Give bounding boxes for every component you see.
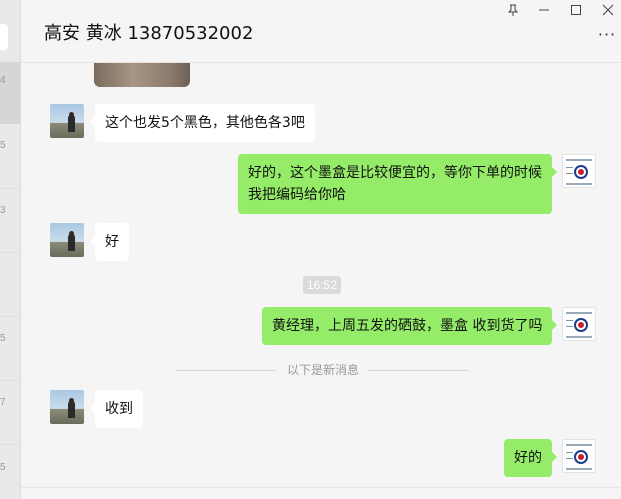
list-separator <box>0 188 20 189</box>
list-mark: 7 <box>0 397 6 408</box>
list-mark: 5 <box>0 140 6 151</box>
message-bubble[interactable]: 好的，这个墨盒是比较便宜的，等你下单的时候 我把编码给你哈 <box>238 154 557 214</box>
list-separator <box>0 380 20 381</box>
image-message-tail[interactable] <box>94 63 190 87</box>
list-mark: 3 <box>0 205 6 216</box>
message-bubble[interactable]: 好 <box>90 223 129 261</box>
input-area-border <box>21 487 621 488</box>
minimize-button[interactable] <box>533 4 555 22</box>
chat-title: 高安 黄冰 13870532002 <box>44 23 254 44</box>
peer-avatar[interactable] <box>50 104 84 138</box>
new-messages-label: 以下是新消息 <box>283 361 364 378</box>
close-button[interactable] <box>597 4 619 22</box>
timestamp-badge: 16:52 <box>303 276 341 294</box>
search-box-edge[interactable] <box>0 24 8 50</box>
message-bubble[interactable]: 收到 <box>90 390 143 428</box>
contact-list-strip: 4 5 3 5 7 5 <box>0 0 21 499</box>
pin-button[interactable] <box>502 4 524 22</box>
pin-icon <box>507 4 519 16</box>
selected-contact-highlight[interactable] <box>0 62 20 124</box>
message-line: 我把编码给你哈 <box>248 187 346 203</box>
chat-header: 高安 黄冰 13870532002 ··· <box>21 0 621 63</box>
my-avatar[interactable] <box>562 439 596 473</box>
message-line: 好的，这个墨盒是比较便宜的，等你下单的时候 <box>248 165 542 181</box>
message-list[interactable]: 这个也发5个黑色，其他色各3吧 好的，这个墨盒是比较便宜的，等你下单的时候 我把… <box>21 63 621 499</box>
new-messages-divider-right <box>367 370 469 371</box>
peer-avatar[interactable] <box>50 223 84 257</box>
minimize-icon <box>539 9 549 11</box>
maximize-button[interactable] <box>565 4 587 22</box>
maximize-icon <box>571 5 581 15</box>
my-avatar[interactable] <box>562 307 596 341</box>
my-avatar[interactable] <box>562 154 596 188</box>
list-mark: 4 <box>0 75 6 86</box>
more-options-button[interactable]: ··· <box>597 27 617 43</box>
list-mark: 5 <box>0 462 6 473</box>
message-bubble[interactable]: 黄经理，上周五发的硒鼓，墨盒 收到货了吗 <box>262 307 558 345</box>
list-mark: 5 <box>0 333 6 344</box>
list-separator <box>0 444 20 445</box>
new-messages-divider-left <box>176 370 276 371</box>
message-bubble[interactable]: 这个也发5个黑色，其他色各3吧 <box>90 104 315 142</box>
close-icon <box>602 4 614 16</box>
list-separator <box>0 316 20 317</box>
message-bubble[interactable]: 好的 <box>504 439 557 477</box>
list-separator <box>0 252 20 253</box>
peer-avatar[interactable] <box>50 390 84 424</box>
